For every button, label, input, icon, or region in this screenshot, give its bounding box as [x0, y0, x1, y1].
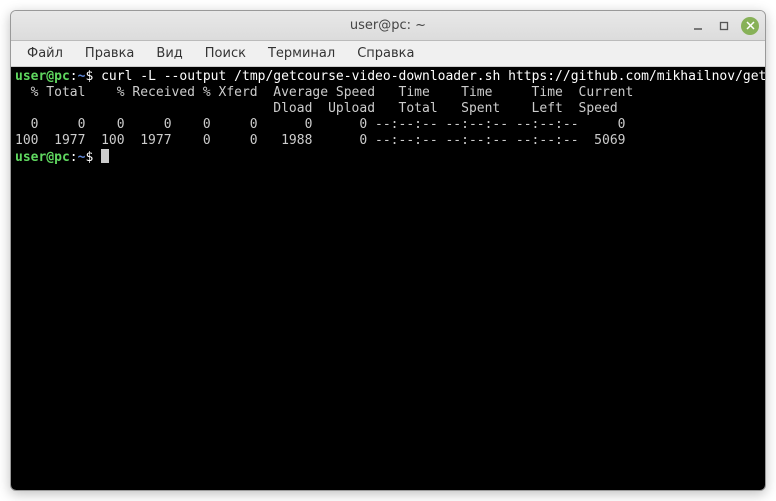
minimize-button[interactable]: [689, 17, 707, 35]
prompt-colon: :: [70, 69, 78, 84]
terminal-window: user@pc: ~ Файл Правка Вид Поиск Термина…: [10, 10, 766, 491]
menu-terminal[interactable]: Терминал: [258, 43, 345, 64]
maximize-button[interactable]: [715, 17, 733, 35]
prompt-user: user@pc: [15, 69, 70, 84]
menu-file[interactable]: Файл: [17, 43, 73, 64]
menu-edit[interactable]: Правка: [75, 43, 144, 64]
window-controls: [689, 17, 759, 35]
output-row-2: 100 1977 100 1977 0 0 1988 0 --:--:-- --…: [15, 133, 625, 148]
cursor-icon: [101, 149, 109, 163]
menu-help[interactable]: Справка: [347, 43, 424, 64]
output-row-1: 0 0 0 0 0 0 0 0 --:--:-- --:--:-- --:--:…: [15, 117, 625, 132]
output-header-2: Dload Upload Total Spent Left Speed: [15, 101, 618, 116]
output-header-1: % Total % Received % Xferd Average Speed…: [15, 85, 633, 100]
window-title: user@pc: ~: [350, 18, 426, 33]
prompt-dollar-2: $: [85, 150, 93, 165]
close-button[interactable]: [741, 17, 759, 35]
menu-view[interactable]: Вид: [146, 43, 192, 64]
prompt-colon-2: :: [70, 150, 78, 165]
prompt-user-2: user@pc: [15, 150, 70, 165]
menubar: Файл Правка Вид Поиск Терминал Справка: [11, 41, 765, 67]
terminal-area[interactable]: user@pc:~$ curl -L --output /tmp/getcour…: [11, 67, 765, 490]
titlebar: user@pc: ~: [11, 11, 765, 41]
command-text: [93, 69, 101, 84]
command-text: curl -L --output /tmp/getcourse-video-do…: [101, 69, 765, 84]
menu-search[interactable]: Поиск: [195, 43, 256, 64]
